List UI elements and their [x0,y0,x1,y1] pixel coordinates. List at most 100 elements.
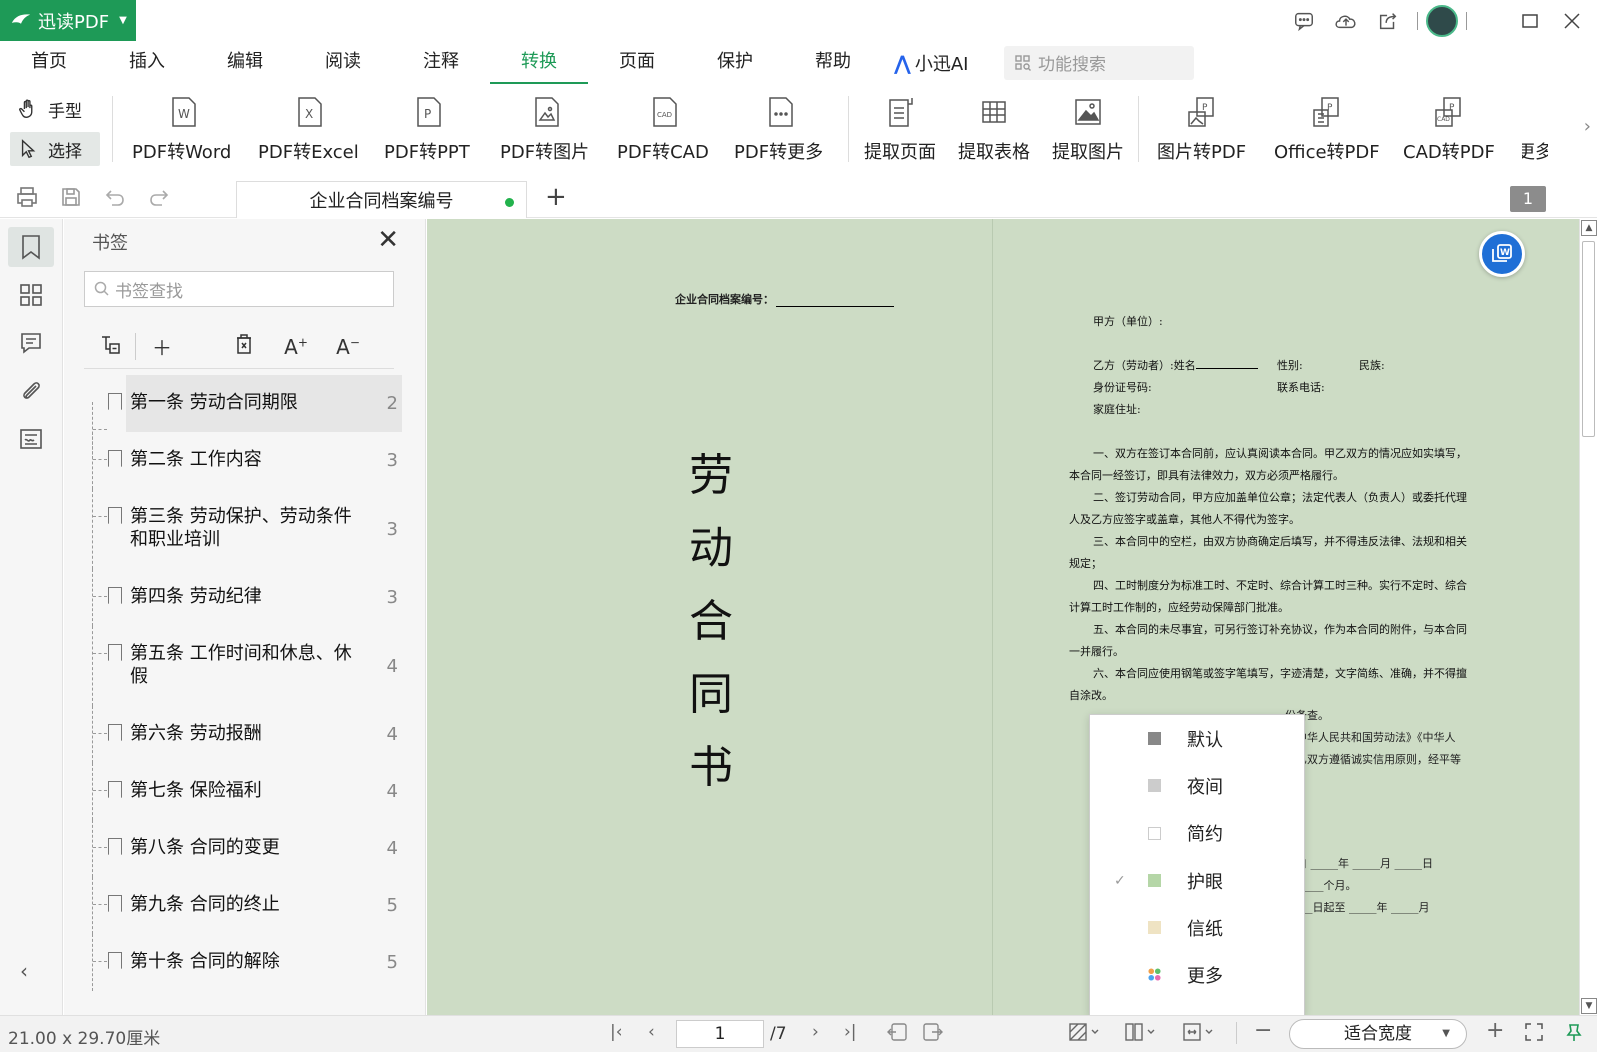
theme-option-eye-care[interactable]: ✓ 护眼 [1090,857,1304,904]
theme-option-night[interactable]: 夜间 [1090,762,1304,809]
menu-convert[interactable]: 转换 [490,41,588,84]
document-tab[interactable]: 企业合同档案编号 [236,181,527,218]
bookmark-item[interactable]: 第九条 合同的终止 5 [84,877,406,934]
scroll-up-icon[interactable]: ▲ [1581,220,1597,236]
bookmark-item[interactable]: 第七条 保险福利 4 [84,763,406,820]
decrease-font-icon[interactable]: A− [322,335,374,359]
bookmark-item[interactable]: 第六条 劳动报酬 4 [84,706,406,763]
office-to-pdf-button[interactable]: P Office转PDF [1274,94,1380,164]
pdf-to-ppt-button[interactable]: P PDF转PPT [384,94,470,164]
bookmark-page: 3 [386,450,398,471]
attachment-panel-icon[interactable] [8,371,54,411]
scroll-down-icon[interactable]: ▼ [1581,998,1597,1014]
theme-option-letter-paper[interactable]: 信纸 [1090,904,1304,951]
undo-icon[interactable] [100,182,130,212]
quick-convert-word-button[interactable]: W [1479,231,1525,277]
document-viewer[interactable]: 企业合同档案编号： 劳 动 合 同 书 甲方（单位）: 乙方（劳动者）:姓名 性… [427,219,1579,1015]
extract-page-button[interactable]: 提取页面 [864,94,936,164]
search-icon [94,281,109,296]
bookmark-item[interactable]: 第一条 劳动合同期限 2 [84,375,406,459]
menu-edit[interactable]: 编辑 [196,41,294,84]
collapse-panel-icon[interactable]: ‹ [20,959,28,983]
bookmark-item[interactable]: 第二条 工作内容 3 [84,432,406,489]
comment-panel-icon[interactable] [8,323,54,363]
menu-insert[interactable]: 插入 [98,41,196,84]
ribbon-scroll-right-icon[interactable]: › [1584,116,1591,137]
pdf-to-word-button[interactable]: W PDF转Word [132,94,231,164]
fullscreen-icon[interactable] [1524,1022,1544,1047]
last-page-icon[interactable]: ›| [844,1022,857,1042]
office-to-pdf-icon: P [1313,97,1339,127]
save-icon[interactable] [56,182,86,212]
feature-search-input[interactable]: 功能搜索 [1004,45,1194,80]
menu-page[interactable]: 页面 [588,41,686,84]
background-theme-icon[interactable] [1068,1022,1102,1047]
extract-table-button[interactable]: 提取表格 [958,94,1030,164]
page-layout-icon[interactable] [1124,1022,1158,1047]
image-to-pdf-button[interactable]: P 图片转PDF [1157,94,1246,164]
bookmark-item[interactable]: 第十条 合同的解除 5 [84,934,406,991]
expand-collapse-icon[interactable] [84,333,136,360]
theme-option-more[interactable]: 更多 [1090,951,1304,998]
add-bookmark-icon[interactable]: ＋ [136,332,188,361]
select-tool-button[interactable]: 选择 [10,132,100,166]
bookmark-search-input[interactable]: 书签查找 [84,271,394,307]
previous-view-icon[interactable] [886,1022,908,1047]
user-avatar[interactable] [1426,4,1458,37]
app-menu-button[interactable]: 迅读PDF ▼ [0,0,136,41]
page-number-input[interactable]: 1 [676,1020,764,1048]
menu-read[interactable]: 阅读 [294,41,392,84]
redo-icon[interactable] [144,182,174,212]
thumbnail-panel-icon[interactable] [8,275,54,315]
menu-protect[interactable]: 保护 [686,41,784,84]
pdf-to-more-button[interactable]: PDF转更多 [734,94,823,164]
new-tab-button[interactable]: + [545,182,567,212]
theme-option-default[interactable]: 默认 [1090,715,1304,762]
signature-panel-icon[interactable] [8,419,54,459]
fit-mode-icon[interactable] [1182,1022,1216,1047]
notification-icon[interactable] [1564,1022,1584,1047]
zoom-in-icon[interactable]: + [1486,1018,1504,1043]
extract-image-button[interactable]: 提取图片 [1052,94,1124,164]
menu-annotate[interactable]: 注释 [392,41,490,84]
menu-home[interactable]: 首页 [0,41,98,84]
bookmark-label: 第五条 工作时间和休息、休假 [130,643,352,687]
tree-connector [92,877,108,934]
bookmark-item[interactable]: 第四条 劳动纪律 3 [84,569,406,626]
bookmark-panel-icon[interactable] [8,227,54,267]
more-icon [1522,94,1548,130]
print-icon[interactable] [12,182,42,212]
scroll-thumb[interactable] [1582,241,1595,437]
bookmark-item[interactable]: 第五条 工作时间和休息、休假 4 [84,626,406,706]
pdf-to-excel-button[interactable]: X PDF转Excel [258,94,359,164]
next-page-icon[interactable]: › [812,1022,819,1042]
next-view-icon[interactable] [922,1022,944,1047]
bookmark-label: 第三条 劳动保护、劳动条件和职业培训 [130,506,352,550]
menu-ai[interactable]: ⋀ 小迅AI [894,50,994,76]
bookmark-item[interactable]: 第八条 合同的变更 4 [84,820,406,877]
vertical-scrollbar[interactable]: ▲ ▼ [1579,219,1597,1015]
previous-page-icon[interactable]: ‹ [648,1022,655,1042]
share-icon[interactable] [1373,6,1403,36]
delete-bookmark-icon[interactable] [218,333,270,360]
close-icon[interactable]: ✕ [377,225,399,255]
first-page-icon[interactable]: |‹ [610,1022,623,1042]
hand-tool-button[interactable]: 手型 [10,92,100,126]
pdf-to-image-button[interactable]: PDF转图片 [500,94,589,164]
pdf-to-cad-button[interactable]: CAD PDF转CAD [617,94,709,164]
zoom-select[interactable]: 适合宽度 ▼ [1289,1019,1467,1049]
zoom-out-icon[interactable]: − [1254,1018,1272,1043]
pdf-to-excel-icon: X [298,97,323,127]
increase-font-icon[interactable]: A+ [270,335,322,359]
more-tools-button[interactable]: 更多 [1522,94,1548,164]
cloud-upload-icon[interactable] [1331,6,1361,36]
menu-help[interactable]: 帮助 [784,41,882,84]
cad-to-pdf-button[interactable]: P CAD CAD转PDF [1403,94,1495,164]
theme-option-simple[interactable]: 简约 [1090,810,1304,857]
bookmark-item[interactable]: 第三条 劳动保护、劳动条件和职业培训 3 [84,489,406,569]
message-icon[interactable] [1289,6,1319,36]
pdf-to-cad-icon: CAD [653,97,677,127]
close-window-icon[interactable] [1557,6,1587,36]
ai-logo-icon: ⋀ [894,50,911,75]
maximize-icon[interactable] [1515,6,1545,36]
